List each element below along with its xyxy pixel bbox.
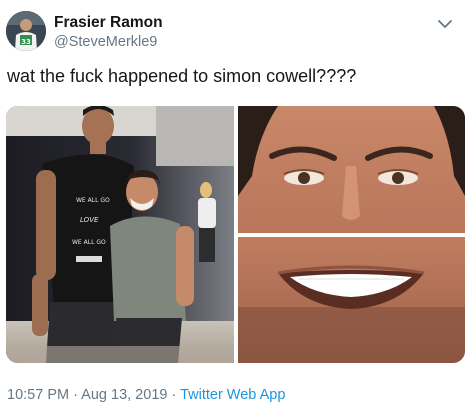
photo-3[interactable] [238,237,465,363]
shirt-text-2: LOVE [80,216,99,224]
photo-2[interactable] [238,106,465,233]
svg-text:33: 33 [21,38,31,46]
avatar-photo-icon: 33 [6,11,46,51]
tweet-date[interactable]: Aug 13, 2019 [81,387,167,403]
tweet-text: wat the fuck happened to simon cowell???… [7,66,357,86]
author-handle[interactable]: @SteveMerkle9 [54,34,157,50]
avatar[interactable]: 33 [6,11,46,51]
media-grid: WE ALL GO LOVE WE ALL GO [6,106,465,363]
author-display-name[interactable]: Frasier Ramon [54,14,163,32]
shirt-text-3: WE ALL GO [72,239,106,246]
meta-separator: · [167,387,181,403]
shirt-text-1: WE ALL GO [76,197,110,204]
photo-1[interactable]: WE ALL GO LOVE WE ALL GO [6,106,234,363]
tweet-meta: 10:57 PM · Aug 13, 2019 · Twitter Web Ap… [7,387,285,403]
meta-separator: · [69,387,82,403]
tweet-time[interactable]: 10:57 PM [7,387,69,403]
chevron-down-icon[interactable] [437,17,453,29]
source-app-link[interactable]: Twitter Web App [180,387,285,403]
